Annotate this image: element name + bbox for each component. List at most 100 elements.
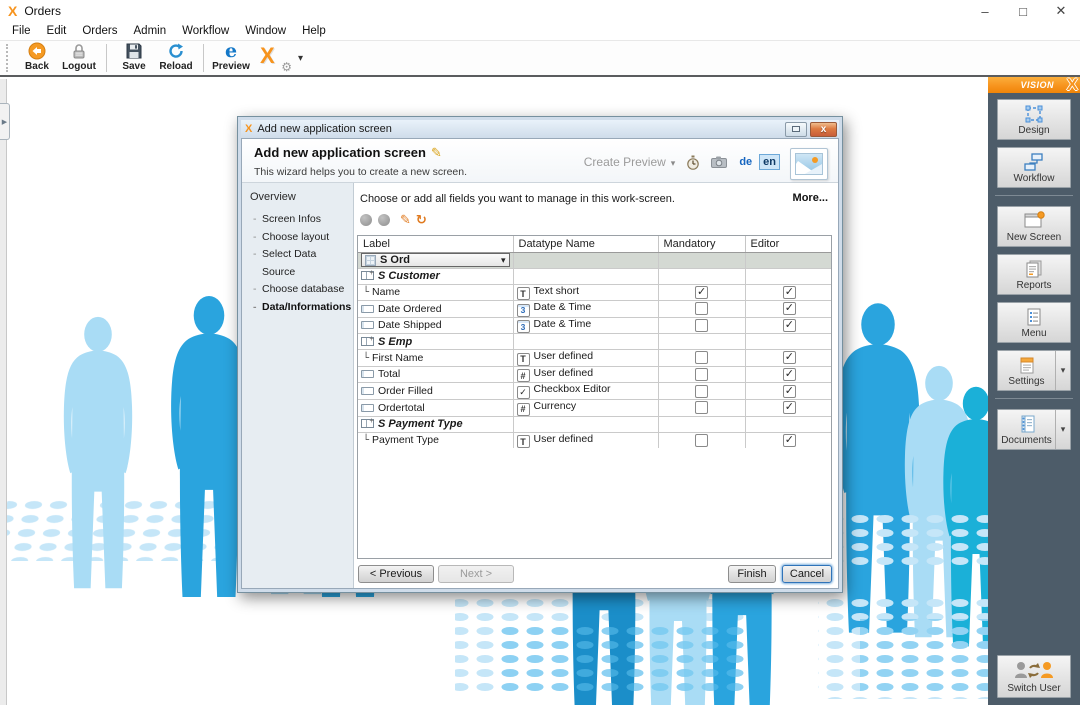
documents-dropdown-caret[interactable]: ▾: [1055, 410, 1070, 449]
switch-user-button[interactable]: Switch User: [997, 655, 1071, 698]
editor-checkbox[interactable]: [783, 302, 796, 315]
menu-file[interactable]: File: [4, 25, 39, 37]
dialog-close-button[interactable]: x: [810, 122, 837, 137]
mandatory-checkbox[interactable]: [695, 351, 708, 364]
maximize-button[interactable]: □: [1004, 0, 1042, 22]
logout-button[interactable]: Logout: [58, 42, 100, 75]
close-button[interactable]: ✕: [1042, 0, 1080, 22]
column-header-editor[interactable]: Editor: [745, 236, 832, 252]
menu-window[interactable]: Window: [237, 25, 294, 37]
mandatory-checkbox[interactable]: [695, 434, 708, 447]
workflow-button[interactable]: Workflow: [997, 147, 1071, 188]
table-row[interactable]: S Ord▾: [358, 252, 832, 268]
wizard-step-select-data-source[interactable]: Select Data Source: [250, 246, 349, 281]
editor-cell: [745, 400, 832, 417]
mandatory-checkbox[interactable]: [695, 385, 708, 398]
mandatory-checkbox[interactable]: [695, 368, 708, 381]
language-en-button[interactable]: en: [759, 154, 780, 170]
datatype-T-icon: T: [517, 353, 530, 366]
stopwatch-icon[interactable]: [686, 155, 700, 170]
table-row[interactable]: S Emp: [358, 334, 832, 350]
back-button[interactable]: Back: [16, 42, 58, 75]
menu-button[interactable]: Menu: [997, 302, 1071, 343]
create-preview-label[interactable]: Create Preview: [584, 155, 666, 169]
dialog-restore-button[interactable]: [785, 122, 807, 137]
mandatory-checkbox[interactable]: [695, 286, 708, 299]
table-source-combobox[interactable]: S Ord▾: [361, 253, 510, 267]
editor-checkbox[interactable]: [783, 286, 796, 299]
settings-dropdown-caret[interactable]: ▾: [1055, 351, 1070, 390]
table-row[interactable]: Ordertotal#Currency: [358, 400, 832, 417]
group-table-icon[interactable]: [361, 337, 374, 346]
toolbar-gripper[interactable]: [6, 44, 10, 72]
reports-button[interactable]: Reports: [997, 254, 1071, 295]
mandatory-checkbox[interactable]: [695, 401, 708, 414]
editor-checkbox[interactable]: [783, 401, 796, 414]
editor-checkbox[interactable]: [783, 434, 796, 447]
row-label-cell: S Emp: [358, 334, 513, 350]
collapsed-panel-tab[interactable]: ▶: [0, 103, 10, 140]
wizard-step-data-informations[interactable]: Data/Informations: [250, 299, 349, 317]
fields-table: LabelDatatype NameMandatoryEditor S Ord▾…: [358, 236, 832, 448]
table-row[interactable]: Date Shipped3Date & Time: [358, 317, 832, 334]
row-label-cell: S Customer: [358, 268, 513, 284]
table-row[interactable]: └NameTText short: [358, 284, 832, 301]
table-row[interactable]: └First NameTUser defined: [358, 350, 832, 367]
table-row[interactable]: Total#User defined: [358, 366, 832, 383]
dialog-titlebar[interactable]: X Add new application screen x: [241, 120, 839, 138]
menu-edit[interactable]: Edit: [39, 25, 75, 37]
save-button[interactable]: Save: [113, 42, 155, 75]
settings-button[interactable]: Settings ▾: [997, 350, 1071, 391]
group-table-icon[interactable]: [361, 271, 374, 280]
mandatory-checkbox[interactable]: [695, 319, 708, 332]
menu-workflow[interactable]: Workflow: [174, 25, 237, 37]
documents-button-main[interactable]: Documents: [998, 410, 1055, 449]
menubar: File Edit Orders Admin Workflow Window H…: [0, 22, 1080, 40]
group-table-icon[interactable]: [361, 419, 374, 428]
finish-button[interactable]: Finish: [728, 565, 776, 583]
settings-button-main[interactable]: Settings: [998, 351, 1055, 390]
preview-button[interactable]: e Preview: [210, 42, 252, 75]
screen-preview-thumbnail-icon[interactable]: [790, 148, 828, 180]
next-button[interactable]: Next >: [438, 565, 514, 583]
wizard-step-choose-database[interactable]: Choose database: [250, 281, 349, 299]
editor-checkbox[interactable]: [783, 385, 796, 398]
minimize-button[interactable]: –: [966, 0, 1004, 22]
menu-admin[interactable]: Admin: [126, 25, 175, 37]
more-link[interactable]: More...: [793, 192, 828, 204]
cancel-button[interactable]: Cancel: [782, 565, 832, 583]
create-preview-caret[interactable]: ▾: [671, 158, 676, 169]
column-header-mandatory[interactable]: Mandatory: [658, 236, 745, 252]
logout-lock-icon: [71, 42, 87, 61]
editor-checkbox[interactable]: [783, 351, 796, 364]
wizard-step-choose-layout[interactable]: Choose layout: [250, 229, 349, 247]
language-de-button[interactable]: de: [739, 156, 752, 168]
table-row[interactable]: Order Filled✓Checkbox Editor: [358, 383, 832, 400]
table-row[interactable]: └Payment TypeTUser defined: [358, 432, 832, 448]
editor-checkbox[interactable]: [783, 368, 796, 381]
column-header-label[interactable]: Label: [358, 236, 513, 252]
table-row[interactable]: S Payment Type: [358, 416, 832, 432]
previous-button[interactable]: < Previous: [358, 565, 434, 583]
add-field-icon[interactable]: [360, 214, 372, 226]
toolbar-dropdown-caret[interactable]: ▾: [298, 53, 303, 64]
wizard-step-screen-infos[interactable]: Screen Infos: [250, 211, 349, 229]
table-row[interactable]: S Customer: [358, 268, 832, 284]
menu-orders[interactable]: Orders: [74, 25, 125, 37]
editor-checkbox[interactable]: [783, 319, 796, 332]
edit-pencil-icon[interactable]: ✎: [431, 145, 442, 160]
camera-icon[interactable]: [711, 156, 727, 168]
documents-button[interactable]: Documents ▾: [997, 409, 1071, 450]
remove-field-icon[interactable]: [378, 214, 390, 226]
new-screen-button[interactable]: New Screen: [997, 206, 1071, 247]
datatype-check-icon: ✓: [517, 386, 530, 399]
table-row[interactable]: Date Ordered3Date & Time: [358, 301, 832, 318]
refresh-fields-icon[interactable]: ↻: [416, 212, 427, 228]
mandatory-checkbox[interactable]: [695, 302, 708, 315]
design-button[interactable]: Design: [997, 99, 1071, 140]
edit-field-icon[interactable]: ✎: [400, 212, 411, 228]
menu-help[interactable]: Help: [294, 25, 334, 37]
column-header-datatype-name[interactable]: Datatype Name: [513, 236, 658, 252]
brand-x-button[interactable]: X ⚙: [260, 43, 290, 73]
reload-button[interactable]: Reload: [155, 42, 197, 75]
